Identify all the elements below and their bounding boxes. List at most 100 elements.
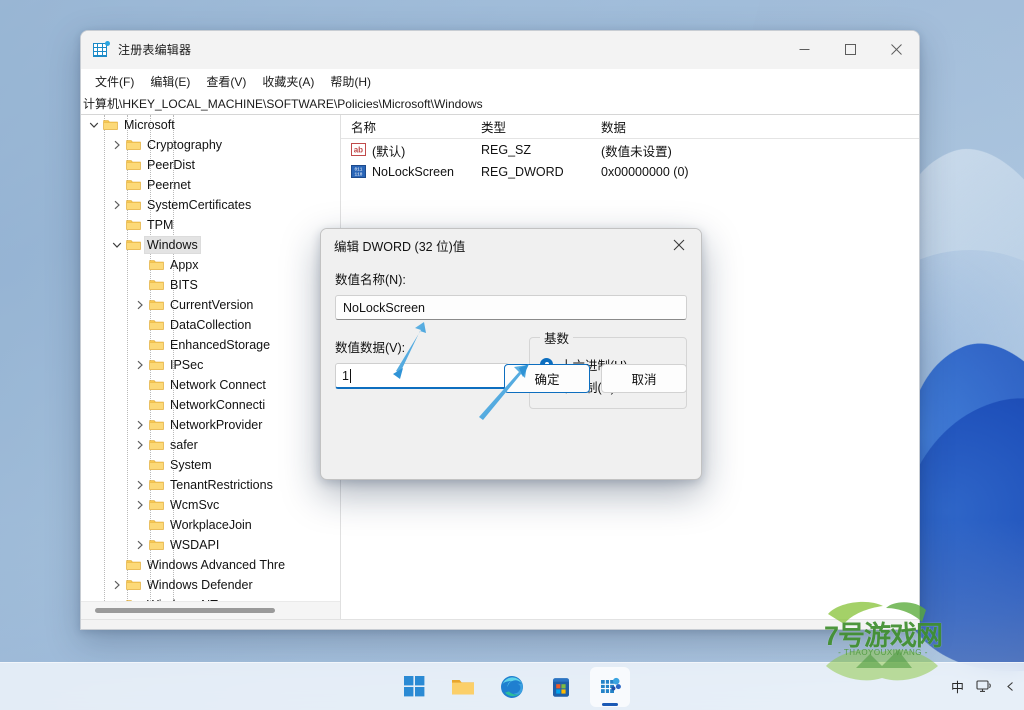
start-button[interactable] [394, 667, 434, 707]
file-explorer-button[interactable] [443, 667, 483, 707]
value-data-input[interactable]: 1 [335, 363, 509, 389]
values-vertical-scrollbar[interactable] [907, 115, 919, 619]
chevron-right-icon[interactable] [132, 495, 148, 515]
microsoft-store-button[interactable] [541, 667, 581, 707]
chevron-right-icon[interactable] [109, 575, 125, 595]
menu-help[interactable]: 帮助(H) [322, 71, 379, 92]
window-titlebar[interactable]: 注册表编辑器 [81, 31, 919, 69]
chevron-right-icon[interactable] [109, 135, 125, 155]
registry-editor-taskbar-button[interactable] [590, 666, 630, 707]
tree-item-safer[interactable]: safer [81, 435, 340, 455]
minimize-button[interactable] [781, 31, 827, 69]
close-button[interactable] [873, 31, 919, 69]
dialog-close-icon[interactable] [657, 229, 701, 261]
base-group-label: 基数 [544, 332, 570, 346]
tree-item-label: DataCollection [170, 318, 252, 332]
value-name-cell: ab (默认) [341, 141, 481, 160]
tree-item-ipsec[interactable]: IPSec [81, 355, 340, 375]
menu-favorites[interactable]: 收藏夹(A) [254, 71, 322, 92]
tree-item-label: SystemCertificates [147, 198, 252, 212]
tree-item-label: Network Connect [170, 378, 266, 392]
tree-horizontal-thumb[interactable] [95, 608, 275, 613]
tree-item-windows-advanced-thre[interactable]: Windows Advanced Thre [81, 555, 340, 575]
tree-item-datacollection[interactable]: DataCollection [81, 315, 340, 335]
tree-item-peernet[interactable]: Peernet [81, 175, 340, 195]
tree-item-peerdist[interactable]: PeerDist [81, 155, 340, 175]
chevron-right-icon[interactable] [132, 475, 148, 495]
tree-item-systemcertificates[interactable]: SystemCertificates [81, 195, 340, 215]
tree-item-label: Cryptography [147, 138, 223, 152]
chevron-right-icon[interactable] [132, 295, 148, 315]
chevron-down-icon[interactable] [86, 115, 102, 135]
dialog-titlebar[interactable]: 编辑 DWORD (32 位)值 [321, 229, 701, 261]
tree-item-label: Windows Defender [147, 578, 253, 592]
address-bar[interactable]: 计算机\HKEY_LOCAL_MACHINE\SOFTWARE\Policies… [81, 93, 919, 115]
value-name-cell: 011 110 NoLockScreen [341, 165, 481, 179]
menu-edit[interactable]: 编辑(E) [142, 71, 198, 92]
tree-item-microsoft[interactable]: Microsoft [81, 115, 340, 135]
address-text: 计算机\HKEY_LOCAL_MACHINE\SOFTWARE\Policies… [83, 97, 483, 111]
maximize-button[interactable] [827, 31, 873, 69]
edge-icon [501, 675, 523, 698]
folder-icon [125, 155, 141, 175]
ok-button[interactable]: 确定 [504, 364, 590, 393]
tree-item-bits[interactable]: BITS [81, 275, 340, 295]
tree-item-windows-defender[interactable]: Windows Defender [81, 575, 340, 595]
folder-icon [148, 335, 164, 355]
folder-icon [125, 195, 141, 215]
tree-item-appx[interactable]: Appx [81, 255, 340, 275]
tree-item-windows[interactable]: Windows [81, 235, 340, 255]
tree-item-currentversion[interactable]: CurrentVersion [81, 295, 340, 315]
tree-item-enhancedstorage[interactable]: EnhancedStorage [81, 335, 340, 355]
tree-item-label: TenantRestrictions [170, 478, 273, 492]
chevron-right-icon[interactable] [109, 195, 125, 215]
tree-item-label: safer [170, 438, 198, 452]
tree-item-networkconnecti[interactable]: NetworkConnecti [81, 395, 340, 415]
tree-item-label: System [170, 458, 212, 472]
menu-view[interactable]: 查看(V) [198, 71, 254, 92]
tree-item-wsdapi[interactable]: WSDAPI [81, 535, 340, 555]
value-row[interactable]: ab (默认) REG_SZ (数值未设置) [341, 139, 919, 161]
values-header-row: 名称 类型 数据 [341, 115, 919, 139]
tree-item-tpm[interactable]: TPM [81, 215, 340, 235]
chevron-down-icon[interactable] [109, 235, 125, 255]
chevron-right-icon[interactable] [132, 355, 148, 375]
column-header-data[interactable]: 数据 [601, 117, 919, 136]
column-header-name[interactable]: 名称 [341, 117, 481, 136]
menu-file[interactable]: 文件(F) [87, 71, 142, 92]
cancel-button[interactable]: 取消 [601, 364, 687, 393]
column-header-type[interactable]: 类型 [481, 117, 601, 136]
folder-icon [452, 680, 474, 695]
window-bottom-edge [81, 619, 919, 629]
chevron-right-icon[interactable] [132, 435, 148, 455]
tree-item-wcmsvc[interactable]: WcmSvc [81, 495, 340, 515]
tree-item-tenantrestrictions[interactable]: TenantRestrictions [81, 475, 340, 495]
string-value-icon: ab [351, 143, 367, 157]
folder-icon [125, 135, 141, 155]
tree-item-cryptography[interactable]: Cryptography [81, 135, 340, 155]
value-name-text: NoLockScreen [343, 300, 425, 315]
tree-item-label: NetworkConnecti [170, 398, 266, 412]
ime-indicator[interactable]: 中 [951, 677, 964, 696]
chevron-right-icon[interactable] [132, 535, 148, 555]
chevron-right-icon[interactable] [132, 415, 148, 435]
network-icon[interactable] [976, 679, 993, 694]
tree-item-workplacejoin[interactable]: WorkplaceJoin [81, 515, 340, 535]
folder-icon [148, 495, 164, 515]
tree-item-system[interactable]: System [81, 455, 340, 475]
registry-tree-pane[interactable]: Microsoft Cryptography PeerDist Peernet Syst… [81, 115, 341, 619]
folder-icon [148, 415, 164, 435]
value-row[interactable]: 011 110 NoLockScreen REG_DWORD 0x00000000 (0… [341, 161, 919, 183]
tree-item-label: Peernet [147, 178, 191, 192]
tree-item-network-connect[interactable]: Network Connect [81, 375, 340, 395]
value-name-text: (默认) [372, 144, 406, 159]
chevron-icon[interactable] [1005, 681, 1016, 692]
tree-item-label: NetworkProvider [170, 418, 263, 432]
tree-item-networkprovider[interactable]: NetworkProvider [81, 415, 340, 435]
tree-horizontal-scrollbar[interactable] [81, 601, 340, 619]
microsoft-edge-button[interactable] [492, 667, 532, 707]
value-name-input[interactable]: NoLockScreen [335, 295, 687, 320]
